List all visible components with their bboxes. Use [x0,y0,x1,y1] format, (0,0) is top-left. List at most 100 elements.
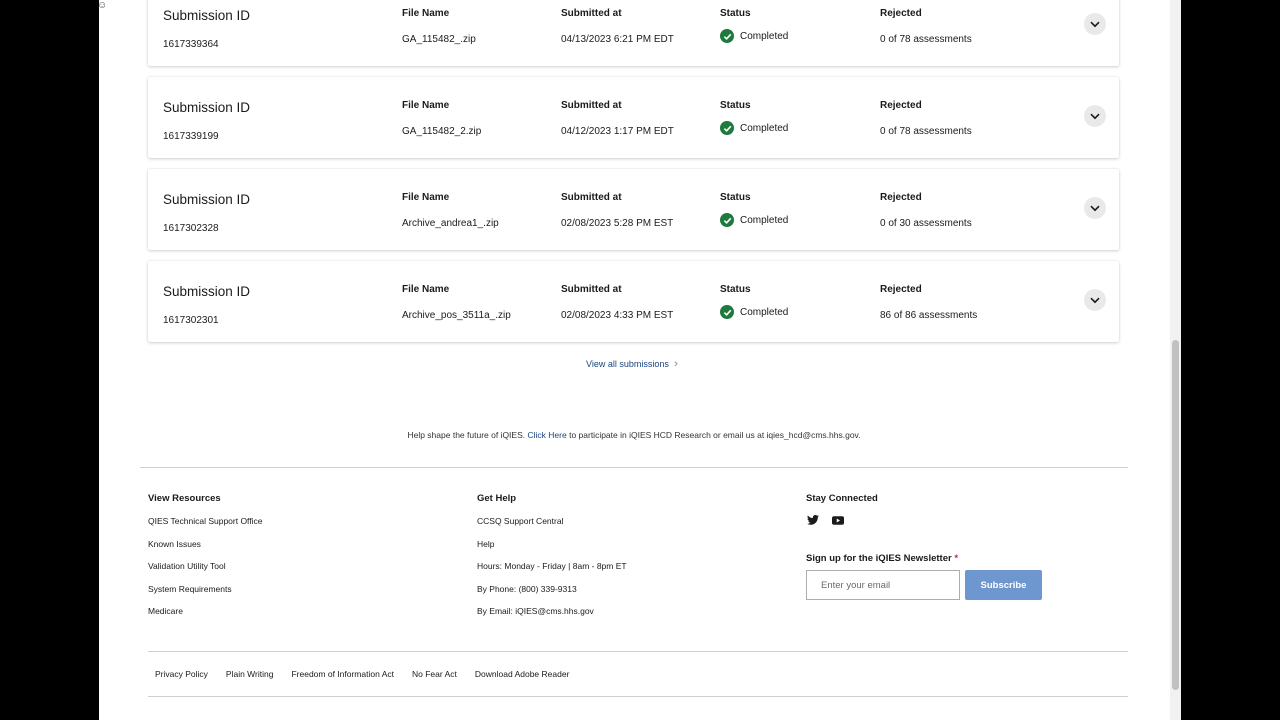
youtube-icon[interactable] [831,514,844,526]
newsletter-label: Sign up for the iQIES Newsletter * [806,553,958,564]
stay-connected-section: Stay Connected [806,493,878,526]
footer-link-qies-tso[interactable]: QIES Technical Support Office [148,516,263,539]
submitted-at-column: Submitted at 04/12/2023 1:17 PM EDT [561,100,674,137]
plain-writing-link[interactable]: Plain Writing [226,669,274,679]
rejected-header: Rejected [880,100,922,111]
click-here-link[interactable]: Click Here [528,430,567,440]
legal-links: Privacy Policy Plain Writing Freedom of … [155,669,587,679]
page-content: Submission ID 1617339364 File Name GA_11… [99,0,1181,720]
no-fear-act-link[interactable]: No Fear Act [412,669,457,679]
submitted-at-header: Submitted at [561,192,622,203]
research-text-before: Help shape the future of iQIES. [407,430,526,440]
page-scrollbar[interactable] [1170,0,1181,720]
submission-id-value: 1617302301 [163,315,219,326]
submitted-at-value: 02/08/2023 5:28 PM EST [561,218,674,229]
file-name-header: File Name [402,100,450,111]
social-links [806,514,878,526]
chevron-down-icon [1090,21,1100,27]
status-header: Status [720,8,751,19]
file-name-header: File Name [402,192,450,203]
support-phone: By Phone: (800) 339-9313 [477,583,577,594]
view-all-label: View all submissions [586,359,669,369]
submitted-at-column: Submitted at 04/13/2023 6:21 PM EDT [561,8,674,45]
status-header: Status [720,100,751,111]
submission-card: Submission ID 1617302328 File Name Archi… [148,169,1119,250]
get-help-title: Get Help [477,493,517,504]
expand-button[interactable] [1084,13,1106,35]
submission-card: Submission ID 1617339199 File Name GA_11… [148,77,1119,158]
submission-card: Submission ID 1617339364 File Name GA_11… [148,0,1119,66]
rejected-column: Rejected 0 of 30 assessments [880,192,972,229]
file-name-value: GA_115482_2.zip [402,126,482,137]
submitted-at-header: Submitted at [561,284,622,295]
footer-link-known-issues[interactable]: Known Issues [148,539,263,562]
rejected-column: Rejected 0 of 78 assessments [880,100,972,137]
cursor-icon: ☺ [97,0,108,11]
status-column: Status Completed [720,192,788,227]
footer-divider [140,467,1128,468]
submitted-at-value: 02/08/2023 4:33 PM EST [561,310,674,321]
submitted-at-value: 04/12/2023 1:17 PM EDT [561,126,674,137]
expand-button[interactable] [1084,105,1106,127]
footer-link-system-requirements[interactable]: System Requirements [148,584,263,607]
submission-id-label: Submission ID [163,192,251,207]
twitter-icon[interactable] [806,514,819,526]
scrollbar-thumb[interactable] [1172,340,1179,690]
check-circle-icon [720,213,734,227]
submission-id-label: Submission ID [163,284,251,299]
status-value: Completed [740,122,789,134]
status-column: Status Completed [720,8,788,43]
required-asterisk: * [954,553,959,564]
rejected-header: Rejected [880,192,922,203]
get-help-section: Get Help CCSQ Support Central Help Hours… [477,493,627,629]
footer-link-validation-tool[interactable]: Validation Utility Tool [148,561,263,584]
submission-id-label: Submission ID [163,100,251,115]
file-name-column: File Name Archive_andrea1_.zip [402,192,499,229]
footer-link-medicare[interactable]: Medicare [148,606,263,629]
stay-connected-title: Stay Connected [806,493,878,504]
newsletter-label-text: Sign up for the iQIES Newsletter [806,553,952,564]
status-column: Status Completed [720,284,788,319]
submission-card: Submission ID 1617302301 File Name Archi… [148,261,1119,342]
support-hours: Hours: Monday - Friday | 8am - 8pm ET [477,561,627,571]
adobe-reader-link[interactable]: Download Adobe Reader [475,669,570,679]
file-name-value: GA_115482_.zip [402,34,476,45]
view-resources-title: View Resources [148,493,221,504]
status-value: Completed [740,306,789,318]
file-name-value: Archive_pos_3511a_.zip [402,310,511,321]
check-circle-icon [720,305,734,319]
submission-id-value: 1617302328 [163,223,219,234]
double-chevron-right-icon: ›› [673,358,679,370]
file-name-column: File Name GA_115482_2.zip [402,100,481,137]
submitted-at-value: 04/13/2023 6:21 PM EDT [561,34,674,45]
status-value: Completed [740,214,789,226]
foia-link[interactable]: Freedom of Information Act [291,669,394,679]
status-header: Status [720,192,751,203]
file-name-column: File Name Archive_pos_3511a_.zip [402,284,511,321]
status-column: Status Completed [720,100,788,135]
rejected-value: 86 of 86 assessments [880,310,978,321]
support-email[interactable]: By Email: iQIES@cms.hhs.gov [477,606,627,629]
file-name-column: File Name GA_115482_.zip [402,8,476,45]
submitted-at-header: Submitted at [561,8,622,19]
privacy-policy-link[interactable]: Privacy Policy [155,669,208,679]
expand-button[interactable] [1084,289,1106,311]
footer-link-ccsq-support[interactable]: CCSQ Support Central [477,516,627,539]
check-circle-icon [720,29,734,43]
view-all-submissions-link[interactable]: View all submissions ›› [586,358,679,370]
legal-divider-top [148,651,1128,652]
submitted-at-column: Submitted at 02/08/2023 5:28 PM EST [561,192,673,229]
status-header: Status [720,284,751,295]
rejected-header: Rejected [880,284,922,295]
rejected-column: Rejected 0 of 78 assessments [880,8,972,45]
submission-id-label: Submission ID [163,8,251,23]
newsletter-email-input[interactable] [806,570,960,600]
rejected-header: Rejected [880,8,922,19]
view-resources-section: View Resources QIES Technical Support Of… [148,493,263,629]
subscribe-button[interactable]: Subscribe [965,570,1042,600]
footer-link-help[interactable]: Help [477,539,627,562]
check-circle-icon [720,121,734,135]
rejected-column: Rejected 86 of 86 assessments [880,284,977,321]
rejected-value: 0 of 78 assessments [880,34,972,45]
expand-button[interactable] [1084,197,1106,219]
